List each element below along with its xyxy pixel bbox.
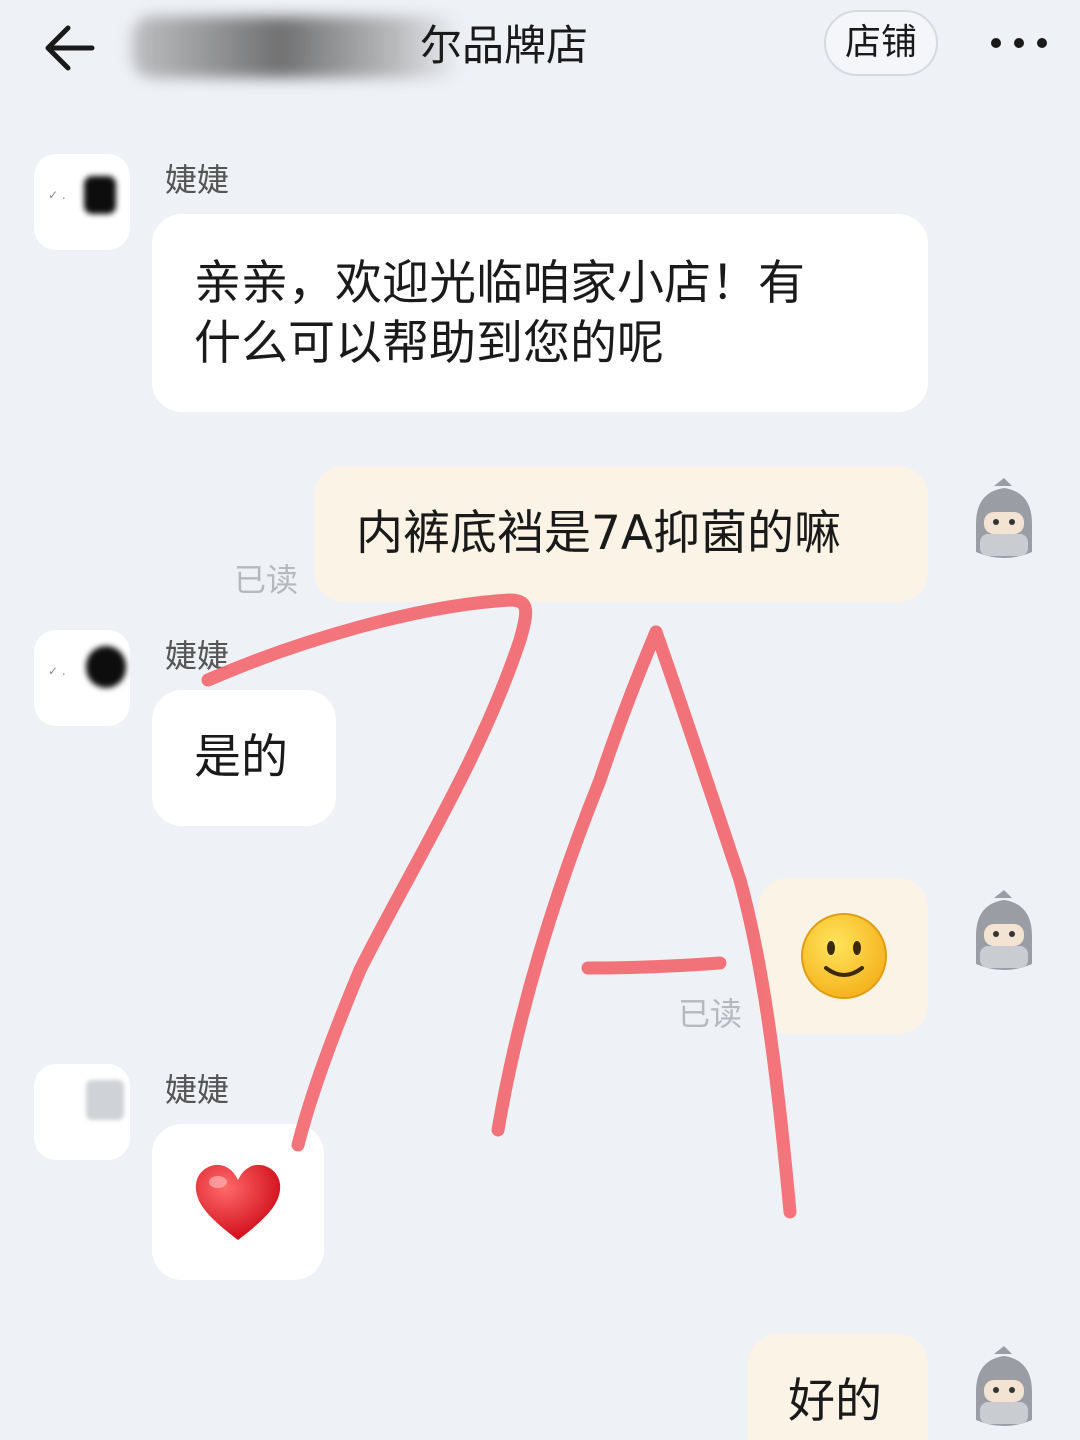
message-text: 内裤底裆是7A抑菌的嘛	[356, 506, 842, 561]
message-text: 好的	[788, 1374, 882, 1429]
user-avatar-icon[interactable]	[956, 1342, 1052, 1438]
more-dots-icon[interactable]	[986, 22, 1052, 64]
sender-name: 婕婕	[165, 637, 230, 675]
shop-avatar[interactable]: ✓ .	[34, 154, 130, 250]
user-avatar-icon[interactable]	[956, 474, 1052, 570]
message-text-line: 亲亲，欢迎光临咱家小店！有	[194, 256, 805, 311]
shop-avatar[interactable]	[34, 1064, 130, 1160]
shop-button[interactable]: 店铺	[824, 10, 938, 76]
annotation-stroke-a-bar	[581, 956, 727, 975]
annotation-stroke-7	[201, 593, 533, 1152]
smile-emoji-icon	[800, 912, 888, 1004]
annotation-stroke-a-left	[491, 625, 663, 1137]
message-bubble-incoming[interactable]	[152, 1124, 324, 1280]
message-bubble-incoming[interactable]: 是的	[152, 690, 336, 826]
message-text-line: 什么可以帮助到您的呢	[194, 316, 664, 371]
back-arrow-icon[interactable]	[38, 20, 98, 76]
message-bubble-outgoing[interactable]: 好的	[748, 1334, 928, 1440]
message-bubble-outgoing[interactable]: 内裤底裆是7A抑菌的嘛	[314, 466, 928, 602]
chat-header: 尔品牌店 店铺	[0, 0, 1080, 96]
shop-title: 尔品牌店	[420, 21, 589, 70]
shop-avatar[interactable]: ✓ .	[34, 630, 130, 726]
message-bubble-outgoing[interactable]	[758, 878, 928, 1034]
read-status: 已读	[234, 561, 299, 599]
sender-name: 婕婕	[165, 161, 230, 199]
shop-title-redacted	[132, 16, 462, 78]
sender-name: 婕婕	[165, 1071, 230, 1109]
message-text: 是的	[194, 730, 288, 785]
read-status: 已读	[678, 995, 743, 1033]
user-avatar-icon[interactable]	[956, 886, 1052, 982]
message-bubble-incoming[interactable]: 亲亲，欢迎光临咱家小店！有 什么可以帮助到您的呢	[152, 214, 928, 412]
heart-emoji-icon	[192, 1160, 284, 1248]
